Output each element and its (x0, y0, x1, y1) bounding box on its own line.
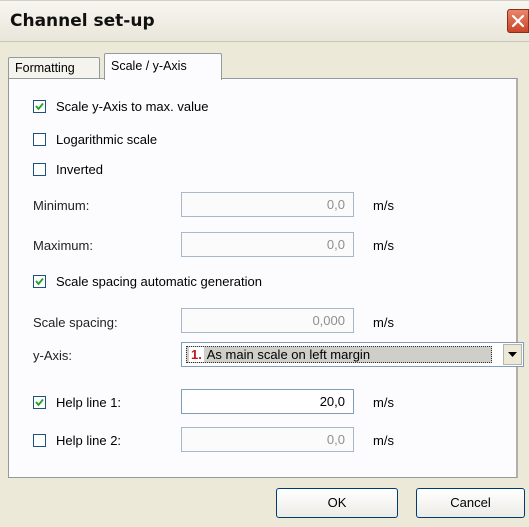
tab-bar: Formatting Scale / y-Axis (8, 53, 523, 80)
cancel-button[interactable]: Cancel (416, 488, 525, 518)
channel-setup-dialog: Channel set-up Formatting Scale / y-Axis… (0, 0, 529, 527)
maximum-label: Maximum: (33, 238, 93, 253)
tab-formatting[interactable]: Formatting (8, 57, 100, 79)
check-icon (35, 102, 44, 110)
help-line-2-unit: m/s (373, 433, 394, 448)
help-line-1-row[interactable]: Help line 1: (33, 392, 121, 412)
logarithmic-checkbox[interactable] (33, 132, 46, 146)
close-icon (511, 14, 525, 28)
check-icon (35, 398, 44, 406)
y-axis-selected-text: As main scale on left margin (206, 347, 371, 362)
inverted-checkbox[interactable] (33, 162, 46, 176)
scale-spacing-input[interactable]: 0,000 (181, 308, 354, 333)
y-axis-dropdown-button[interactable] (503, 344, 522, 365)
help-line-1-label: Help line 1: (56, 394, 122, 410)
help-line-2-checkbox[interactable] (33, 433, 46, 447)
minimum-unit: m/s (373, 198, 394, 213)
auto-spacing-label: Scale spacing automatic generation (56, 273, 262, 289)
scale-to-max-label: Scale y-Axis to max. value (56, 98, 209, 114)
help-line-1-input[interactable]: 20,0 (181, 389, 354, 414)
help-line-2-row[interactable]: Help line 2: (33, 430, 121, 450)
chevron-down-icon (508, 352, 517, 357)
ok-button[interactable]: OK (276, 488, 398, 518)
scale-spacing-label: Scale spacing: (33, 315, 118, 330)
help-line-1-checkbox[interactable] (33, 395, 46, 409)
scale-to-max-row[interactable]: Scale y-Axis to max. value (33, 96, 208, 116)
scale-to-max-checkbox[interactable] (33, 99, 46, 113)
minimum-label: Minimum: (33, 198, 90, 213)
help-line-2-input[interactable]: 0,0 (181, 427, 354, 452)
y-axis-label: y-Axis: (33, 348, 72, 363)
y-axis-selected-value: 1. As main scale on left margin (186, 346, 492, 363)
scale-spacing-unit: m/s (373, 315, 394, 330)
title-bar: Channel set-up (0, 1, 529, 42)
y-axis-select[interactable]: 1. As main scale on left margin (181, 342, 524, 367)
logarithmic-label: Logarithmic scale (56, 131, 158, 147)
inverted-label: Inverted (56, 161, 103, 177)
help-line-1-unit: m/s (373, 395, 394, 410)
tab-scale-y-axis[interactable]: Scale / y-Axis (104, 53, 222, 80)
maximum-unit: m/s (373, 238, 394, 253)
auto-spacing-checkbox[interactable] (33, 274, 46, 288)
help-line-2-label: Help line 2: (56, 432, 122, 448)
check-icon (35, 277, 44, 285)
auto-spacing-row[interactable]: Scale spacing automatic generation (33, 271, 262, 291)
logarithmic-row[interactable]: Logarithmic scale (33, 129, 157, 149)
minimum-input[interactable]: 0,0 (181, 192, 354, 217)
maximum-input[interactable]: 0,0 (181, 232, 354, 257)
inverted-row[interactable]: Inverted (33, 159, 103, 179)
y-axis-number-badge: 1. (189, 347, 204, 362)
close-button[interactable] (507, 9, 529, 33)
window-title: Channel set-up (10, 11, 155, 31)
